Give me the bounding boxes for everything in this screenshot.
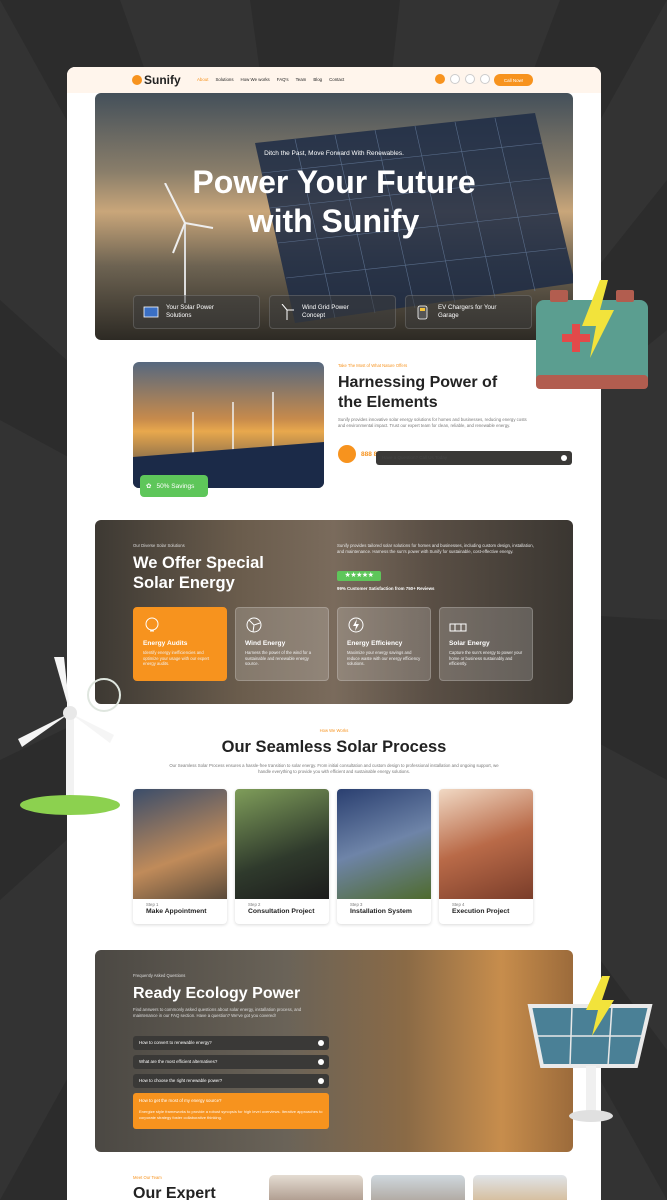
team-member-photo[interactable] (473, 1175, 567, 1200)
faq-question-2[interactable]: What are the most efficient alternatives… (133, 1055, 329, 1069)
rating-text: 99% Customer Satisfaction from 750+ Revi… (337, 586, 435, 591)
faq-tag: Frequently Asked Questions (133, 973, 186, 978)
process-desc: Our Seamless Solar Process ensures a has… (169, 763, 499, 774)
solar-panel-icon (143, 306, 159, 318)
nav-faqs[interactable]: FAQ's (277, 77, 289, 82)
nav-contact[interactable]: Contact (329, 77, 344, 82)
savings-badge: ✿ 50% Savings (140, 475, 208, 497)
process-step-4[interactable]: Step 4 Execution Project (439, 789, 533, 924)
top-nav: Sunify About Solutions How We works FAQ'… (67, 67, 601, 93)
nav-about[interactable]: About (197, 77, 208, 82)
landing-page: Sunify About Solutions How We works FAQ'… (67, 67, 601, 1200)
solar-panel-icon (449, 623, 467, 632)
wind-turbine-icon (281, 304, 294, 320)
process-tag: How We Works (319, 728, 349, 733)
faq-desc: Find answers to commonly asked questions… (133, 1007, 302, 1018)
wind-turbine-illustration (18, 657, 121, 815)
feature-ev-chargers[interactable]: EV Chargers for Your Garage (405, 295, 532, 329)
leaf-icon: ✿ (146, 483, 152, 490)
hero-title: Power Your Future with Sunify (192, 164, 476, 239)
user-icon[interactable] (465, 74, 475, 84)
service-card-energy-efficiency[interactable]: Energy Efficiency Maximize your energy sa… (337, 607, 431, 681)
feature-wind-grid[interactable]: Wind Grid Power Concept (269, 295, 396, 329)
team-title: Our Expert (133, 1185, 216, 1200)
process-step-3[interactable]: Step 3 Installation System (337, 789, 431, 924)
process-title: Our Seamless Solar Process (221, 738, 447, 756)
services-section: Our Diverse Solar Solutions We Offer Spe… (95, 520, 573, 704)
faq-question-open[interactable]: How to get the most of my energy source?… (133, 1093, 329, 1129)
solar-panel-illustration (527, 976, 653, 1122)
battery-illustration (536, 280, 648, 389)
ev-charger-icon (417, 305, 428, 320)
step-image (439, 789, 533, 899)
faq-title: Ready Ecology Power (133, 985, 301, 1002)
logo[interactable]: Sunify (132, 73, 181, 87)
lightbulb-icon (145, 617, 159, 632)
home-icon[interactable] (435, 74, 445, 84)
services-title: We Offer Special Solar Energy (133, 554, 264, 592)
faq-section: Frequently Asked Questions Ready Ecology… (95, 950, 573, 1152)
about-image (133, 362, 324, 488)
services-desc: Sunify provides tailored solar solutions… (337, 543, 534, 554)
service-card-solar-energy[interactable]: Solar Energy Capture the sun's energy to … (439, 607, 533, 681)
step-image (337, 789, 431, 899)
rating-stars: ★★★★★ (337, 571, 381, 581)
step-image (235, 789, 329, 899)
service-card-energy-audits[interactable]: Energy Audits Identify energy inefficienc… (133, 607, 227, 681)
cart-icon[interactable] (480, 74, 490, 84)
process-step-1[interactable]: Step 1 Make Appointment (133, 789, 227, 924)
faq-answer: Energize style frameworks to provide a r… (139, 1109, 323, 1120)
nav-team[interactable]: Team (296, 77, 307, 82)
service-card-wind-energy[interactable]: Wind Energy Harness the power of the wind… (235, 607, 329, 681)
faq-question-3[interactable]: How to choose the right renewable power? (133, 1074, 329, 1088)
lightning-icon (348, 617, 364, 633)
services-tag: Our Diverse Solar Solutions (133, 543, 185, 548)
search-icon[interactable] (450, 74, 460, 84)
nav-blog[interactable]: Blog (313, 77, 322, 82)
about-text: Sunify provides innovative solar energy … (338, 417, 527, 428)
nav-icons (435, 74, 490, 84)
about-tag: Take The Most of What Nature Offers (338, 363, 408, 368)
nav-menu: About Solutions How We works FAQ's Team … (197, 77, 344, 82)
process-step-2[interactable]: Step 2 Consultation Project (235, 789, 329, 924)
sun-logo-icon (132, 75, 142, 85)
call-now-button[interactable]: Call Now! (494, 74, 533, 86)
logo-text: Sunify (144, 73, 181, 87)
hero-tagline: Ditch the Past, Move Forward With Renewa… (264, 150, 404, 157)
team-member-photo[interactable] (269, 1175, 363, 1200)
nav-how-we-works[interactable]: How We works (241, 77, 270, 82)
team-tag: Meet Our Team (133, 1175, 162, 1180)
about-title: Harnessing Power of the Elements (338, 374, 498, 411)
team-member-photo[interactable] (371, 1175, 465, 1200)
feature-solar-power[interactable]: Your Solar Power Solutions (133, 295, 260, 329)
step-image (133, 789, 227, 899)
call-box[interactable]: Have a Question? Call Us Today888 888 00… (338, 445, 572, 465)
phone-icon (338, 445, 356, 463)
wind-icon (246, 617, 262, 633)
faq-question-1[interactable]: How to convert to renewable energy? (133, 1036, 329, 1050)
nav-solutions[interactable]: Solutions (215, 77, 233, 82)
hero-banner: Ditch the Past, Move Forward With Renewa… (95, 93, 573, 340)
